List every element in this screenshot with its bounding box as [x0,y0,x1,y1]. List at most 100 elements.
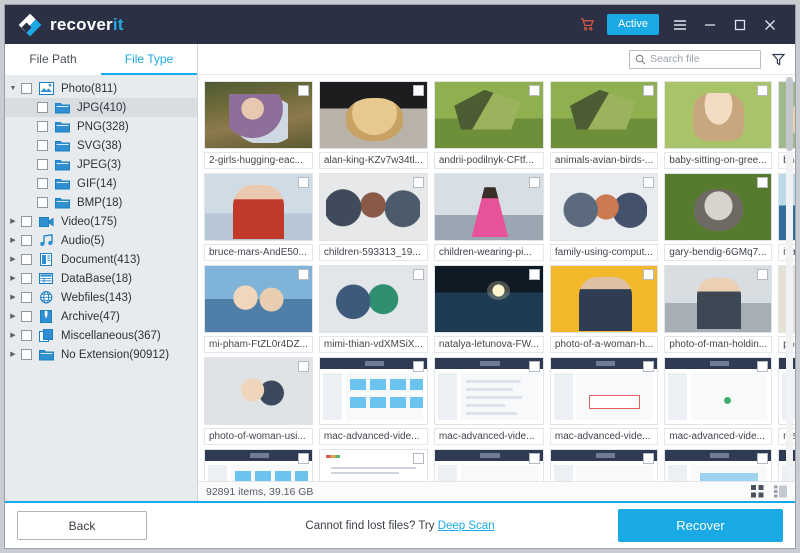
thumbnail-image[interactable] [318,173,428,241]
tree-node-jpeg[interactable]: JPEG(3) [5,155,197,174]
filter-funnel-icon[interactable] [772,53,785,66]
thumbnail-image[interactable] [549,357,659,425]
thumbnail-image[interactable] [433,449,544,481]
tree-node-checkbox[interactable] [37,102,48,113]
chevron-right-icon[interactable]: ▶ [5,275,21,282]
thumbnail-image[interactable] [664,265,773,333]
thumbnail-checkbox[interactable] [757,85,769,96]
thumbnail-checkbox[interactable] [412,85,424,96]
tree-node-audio[interactable]: ▶ Audio(5) [5,231,197,250]
tree-node-no-extension[interactable]: ▶ No Extension(90912) [5,345,197,364]
tree-node-checkbox[interactable] [21,311,32,322]
tree-node-bmp[interactable]: BMP(18) [5,193,197,212]
thumbnail-checkbox[interactable] [643,85,655,96]
tree-node-miscellaneous[interactable]: ▶ Miscellaneous(367) [5,326,197,345]
thumbnail-cell[interactable]: andrii-podilnyk-CFtf... [433,81,544,169]
thumbnail-cell[interactable]: mac-advanced-vide... [433,357,544,445]
thumbnail-checkbox[interactable] [412,269,424,280]
tree-node-png[interactable]: PNG(328) [5,117,197,136]
back-button[interactable]: Back [17,511,147,540]
thumbnail-cell[interactable]: alan-king-KZv7w34tl... [318,81,428,169]
tree-node-checkbox[interactable] [21,235,32,246]
thumbnail-image[interactable] [433,81,544,149]
tree-node-gif[interactable]: GIF(14) [5,174,197,193]
thumbnail-checkbox[interactable] [297,453,309,464]
tree-node-checkbox[interactable] [37,159,48,170]
thumbnail-image[interactable] [549,265,659,333]
grid-view-icon[interactable] [751,485,764,498]
thumbnail-cell[interactable]: children-wearing-pi... [433,173,544,261]
tree-node-checkbox[interactable] [21,292,32,303]
tree-node-database[interactable]: ▶ DataBase(18) [5,269,197,288]
thumbnail-checkbox[interactable] [528,85,540,96]
close-icon[interactable] [755,10,785,40]
thumbnail-image[interactable] [204,449,313,481]
thumbnail-image[interactable] [204,265,313,333]
thumbnail-image[interactable] [204,173,313,241]
thumbnail-checkbox[interactable] [412,177,424,188]
thumbnail-cell[interactable]: photo-of-woman-usi... [204,357,313,445]
tree-node-checkbox[interactable] [21,216,32,227]
thumbnail-cell[interactable]: family-using-comput... [549,173,659,261]
tree-node-video[interactable]: ▶ Video(175) [5,212,197,231]
thumbnail-checkbox[interactable] [757,361,769,372]
chevron-right-icon[interactable]: ▶ [5,294,21,301]
thumbnail-cell[interactable]: baby-sitting-on-gree... [664,81,773,169]
tree-node-svg[interactable]: SVG(38) [5,136,197,155]
thumbnail-image[interactable] [549,173,659,241]
tree-node-document[interactable]: ▶ Document(413) [5,250,197,269]
thumbnail-cell[interactable]: mimi-thian-vdXMSiX... [318,265,428,353]
minimize-icon[interactable] [695,10,725,40]
tree-node-checkbox[interactable] [37,178,48,189]
thumbnail-image[interactable] [664,81,773,149]
thumbnail-image[interactable] [204,81,313,149]
thumbnail-checkbox[interactable] [412,453,424,464]
thumbnail-cell[interactable]: gary-bendig-6GMq7... [664,173,773,261]
tree-node-checkbox[interactable] [21,349,32,360]
thumbnail-image[interactable] [549,81,659,149]
thumbnail-checkbox[interactable] [528,361,540,372]
thumbnail-checkbox[interactable] [643,453,655,464]
thumbnail-image[interactable] [664,357,773,425]
chevron-right-icon[interactable]: ▶ [5,313,21,320]
thumbnail-checkbox[interactable] [643,361,655,372]
thumbnail-checkbox[interactable] [757,453,769,464]
tree-node-jpg[interactable]: JPG(410) [5,98,197,117]
deep-scan-link[interactable]: Deep Scan [438,520,495,532]
shopping-cart-icon[interactable] [580,17,595,32]
thumbnail-cell[interactable]: photo-of-a-woman-h... [549,265,659,353]
chevron-down-icon[interactable]: ▼ [5,85,21,92]
thumbnail-cell[interactable] [549,449,659,481]
tree-node-photo[interactable]: ▼ Photo(811) [5,79,197,98]
grid-scrollbar-thumb[interactable] [786,77,793,151]
tree-node-checkbox[interactable] [21,330,32,341]
tree-node-checkbox[interactable] [21,83,32,94]
maximize-icon[interactable] [725,10,755,40]
thumbnail-checkbox[interactable] [297,269,309,280]
tree-node-checkbox[interactable] [37,121,48,132]
recover-button[interactable]: Recover [618,509,783,542]
thumbnail-image[interactable] [664,173,773,241]
thumbnail-cell[interactable]: mac-advanced-vide... [549,357,659,445]
chevron-right-icon[interactable]: ▶ [5,218,21,225]
chevron-right-icon[interactable]: ▶ [5,351,21,358]
thumbnail-checkbox[interactable] [643,177,655,188]
thumbnail-checkbox[interactable] [528,453,540,464]
thumbnail-image[interactable] [318,449,428,481]
thumbnail-cell[interactable]: photo-of-man-holdin... [664,265,773,353]
thumbnail-image[interactable] [318,357,428,425]
thumbnail-image[interactable] [433,173,544,241]
thumbnail-image[interactable] [549,449,659,481]
active-status-button[interactable]: Active [607,14,659,35]
thumbnail-cell[interactable]: natalya-letunova-FW... [433,265,544,353]
thumbnail-checkbox[interactable] [297,361,309,372]
tab-file-path[interactable]: File Path [5,44,101,75]
tree-node-checkbox[interactable] [21,254,32,265]
thumbnail-checkbox[interactable] [757,177,769,188]
thumbnail-cell[interactable] [433,449,544,481]
thumbnail-cell[interactable] [664,449,773,481]
thumbnail-image[interactable] [433,357,544,425]
thumbnail-checkbox[interactable] [528,269,540,280]
thumbnail-checkbox[interactable] [757,269,769,280]
thumbnail-image[interactable] [318,265,428,333]
